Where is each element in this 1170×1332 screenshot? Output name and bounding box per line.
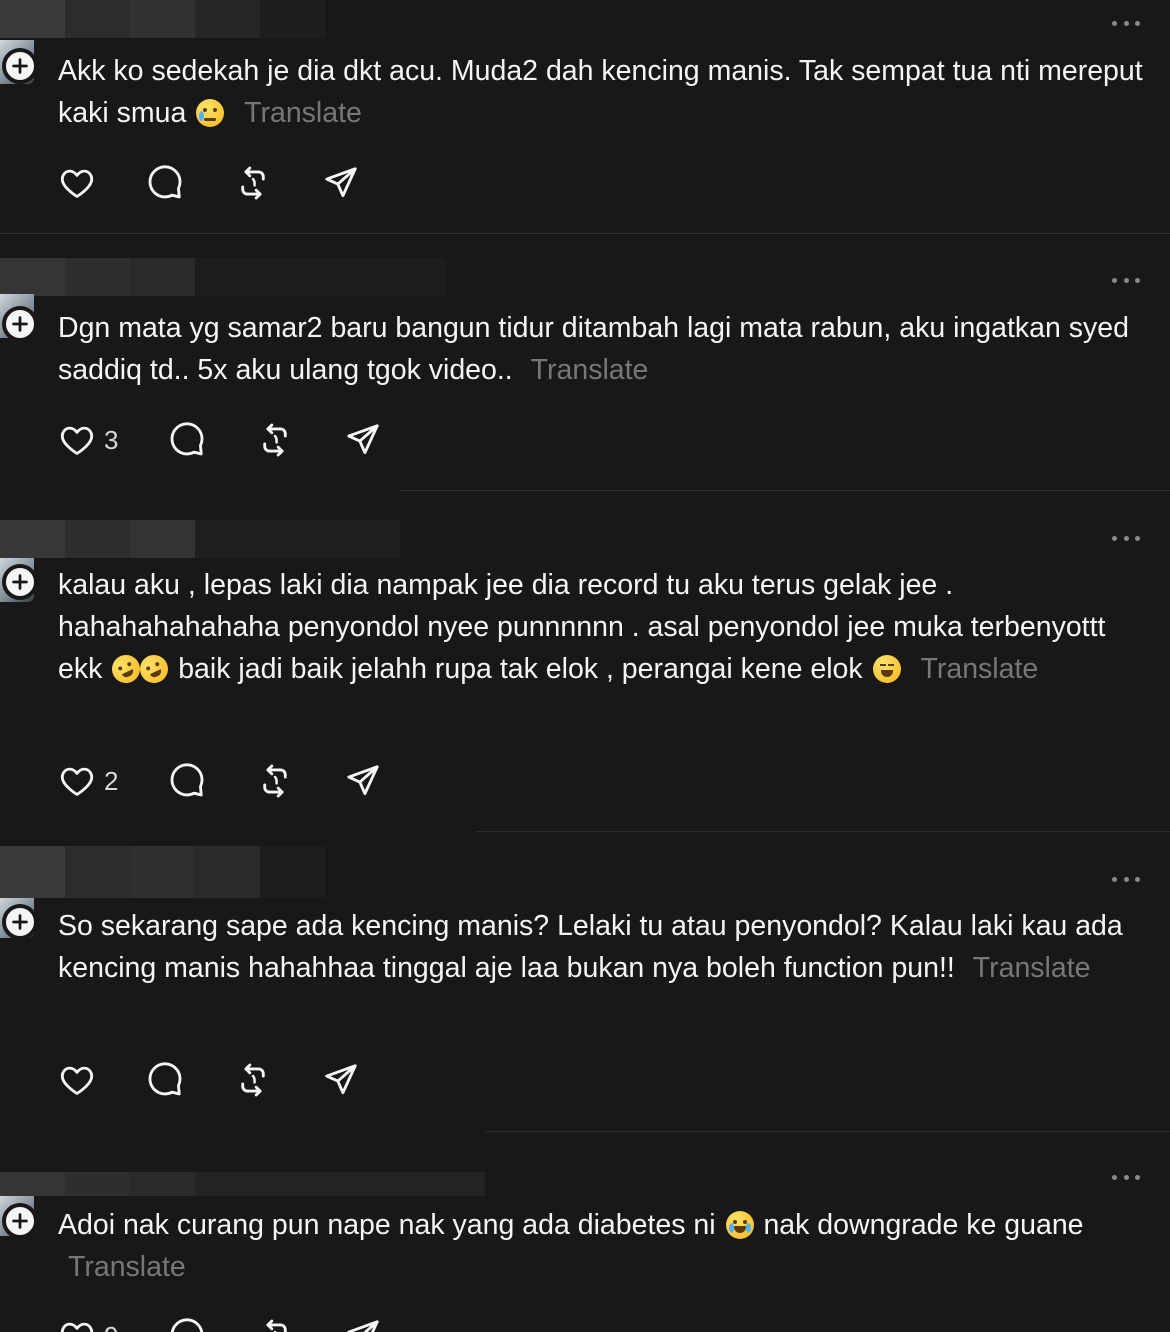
plus-icon bbox=[12, 58, 28, 74]
follow-button[interactable] bbox=[2, 904, 38, 940]
repost-icon bbox=[263, 423, 287, 457]
translate-link[interactable]: Translate bbox=[973, 952, 1091, 984]
reply-button[interactable] bbox=[168, 420, 256, 460]
repost-button[interactable] bbox=[256, 1316, 344, 1332]
like-button[interactable]: 2 bbox=[58, 761, 168, 801]
send-icon bbox=[347, 1320, 379, 1332]
send-icon bbox=[347, 765, 379, 796]
send-icon bbox=[325, 167, 357, 198]
translate-link[interactable]: Translate bbox=[244, 97, 362, 129]
comment-icon bbox=[170, 1318, 204, 1332]
share-button[interactable] bbox=[322, 163, 382, 203]
comment-icon bbox=[148, 165, 182, 199]
follow-button[interactable] bbox=[2, 564, 38, 600]
divider bbox=[400, 490, 1170, 491]
reply-post: kalau aku , lepas laki dia nampak jee di… bbox=[0, 520, 1170, 832]
reply-text: Adoi nak curang pun nape nak yang ada di… bbox=[58, 1204, 1153, 1288]
censored-username bbox=[0, 846, 325, 898]
plus-icon bbox=[12, 914, 28, 930]
heart-icon bbox=[60, 1066, 94, 1095]
reply-text: kalau aku , lepas laki dia nampak jee di… bbox=[58, 564, 1153, 690]
heart-icon bbox=[60, 767, 94, 796]
reply-post: Dgn mata yg samar2 baru bangun tidur dit… bbox=[0, 258, 1170, 490]
heart-icon bbox=[60, 426, 94, 455]
censored-username bbox=[0, 520, 400, 558]
repost-icon bbox=[241, 1063, 265, 1097]
censored-username bbox=[0, 1172, 485, 1196]
divider bbox=[485, 1131, 1170, 1132]
action-bar bbox=[58, 1060, 382, 1100]
action-bar bbox=[58, 163, 382, 203]
reply-body-continued: baik jadi baik jelahh rupa tak elok , pe… bbox=[178, 653, 863, 685]
plus-icon bbox=[12, 316, 28, 332]
more-options-button[interactable] bbox=[1112, 1172, 1140, 1182]
loudly-crying-face-emoji bbox=[725, 1211, 754, 1239]
repost-button[interactable] bbox=[234, 163, 322, 203]
reply-text: Dgn mata yg samar2 baru bangun tidur dit… bbox=[58, 307, 1153, 391]
translate-link[interactable]: Translate bbox=[921, 653, 1039, 685]
more-options-button[interactable] bbox=[1112, 874, 1140, 884]
reply-body: So sekarang sape ada kencing manis? Lela… bbox=[58, 910, 1123, 984]
like-button[interactable] bbox=[58, 163, 146, 203]
share-button[interactable] bbox=[344, 420, 404, 460]
comment-icon bbox=[148, 1062, 182, 1096]
action-bar: 3 bbox=[58, 420, 404, 460]
translate-link[interactable]: Translate bbox=[68, 1251, 186, 1283]
plus-icon bbox=[12, 1213, 28, 1229]
share-button[interactable] bbox=[344, 1316, 404, 1332]
comment-icon bbox=[170, 763, 204, 797]
censored-username bbox=[0, 0, 325, 38]
rolling-on-floor-laughing-emoji bbox=[135, 650, 173, 688]
share-button[interactable] bbox=[322, 1060, 382, 1100]
like-count: 3 bbox=[104, 424, 119, 455]
plus-icon bbox=[12, 574, 28, 590]
reply-post: Adoi nak curang pun nape nak yang ada di… bbox=[0, 1172, 1170, 1332]
follow-button[interactable] bbox=[2, 1203, 38, 1239]
repost-button[interactable] bbox=[234, 1060, 322, 1100]
action-bar: 9 bbox=[58, 1316, 404, 1332]
reply-button[interactable] bbox=[168, 761, 256, 801]
translate-link[interactable]: Translate bbox=[531, 354, 649, 386]
reply-button[interactable] bbox=[168, 1316, 256, 1332]
repost-icon bbox=[241, 166, 265, 200]
reply-text: So sekarang sape ada kencing manis? Lela… bbox=[58, 905, 1153, 989]
comment-icon bbox=[170, 422, 204, 456]
more-options-button[interactable] bbox=[1112, 275, 1140, 285]
repost-button[interactable] bbox=[256, 761, 344, 801]
crying-face-emoji bbox=[196, 99, 225, 127]
like-count: 2 bbox=[104, 765, 119, 796]
more-options-button[interactable] bbox=[1112, 18, 1140, 28]
repost-button[interactable] bbox=[256, 420, 344, 460]
share-button[interactable] bbox=[344, 761, 404, 801]
follow-button[interactable] bbox=[2, 48, 38, 84]
threads-reply-feed: Akk ko sedekah je dia dkt acu. Muda2 dah… bbox=[0, 0, 1170, 1332]
follow-button[interactable] bbox=[2, 306, 38, 342]
reply-text: Akk ko sedekah je dia dkt acu. Muda2 dah… bbox=[58, 50, 1153, 134]
repost-icon bbox=[263, 764, 287, 798]
divider bbox=[0, 233, 1170, 234]
heart-icon bbox=[60, 169, 94, 198]
censored-username bbox=[0, 258, 445, 296]
action-bar: 2 bbox=[58, 761, 404, 801]
send-icon bbox=[325, 1064, 357, 1095]
reply-body: Adoi nak curang pun nape nak yang ada di… bbox=[58, 1209, 716, 1241]
like-button[interactable]: 9 bbox=[58, 1316, 168, 1332]
heart-icon bbox=[60, 1322, 94, 1332]
reply-post: Akk ko sedekah je dia dkt acu. Muda2 dah… bbox=[0, 0, 1170, 233]
like-count: 9 bbox=[104, 1321, 118, 1332]
reply-post: So sekarang sape ada kencing manis? Lela… bbox=[0, 846, 1170, 1131]
like-button[interactable] bbox=[58, 1060, 146, 1100]
more-options-button[interactable] bbox=[1112, 533, 1140, 543]
divider bbox=[475, 831, 1170, 832]
send-icon bbox=[347, 424, 379, 455]
reply-button[interactable] bbox=[146, 163, 234, 203]
reply-button[interactable] bbox=[146, 1060, 234, 1100]
reply-body-continued: nak downgrade ke guane bbox=[763, 1209, 1084, 1241]
like-button[interactable]: 3 bbox=[58, 420, 168, 460]
grinning-squinting-face-emoji bbox=[872, 655, 901, 683]
repost-icon bbox=[266, 1319, 287, 1332]
